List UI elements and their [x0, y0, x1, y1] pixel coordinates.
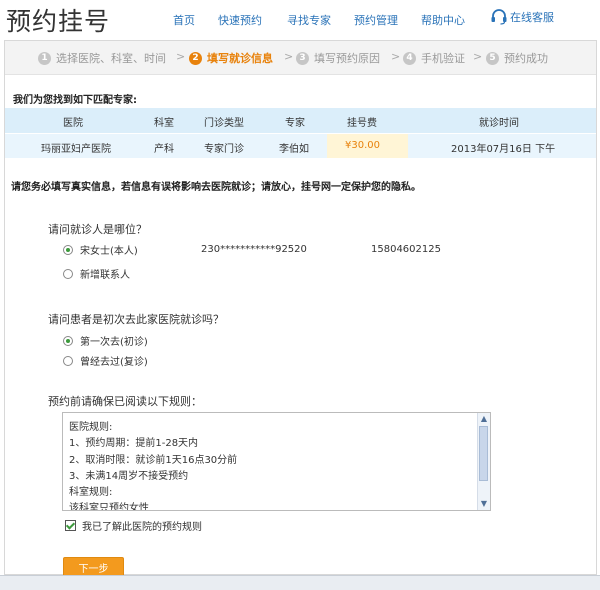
patient-id-number: 230***********92520	[201, 244, 307, 255]
patient-question: 请问就诊人是哪位？	[48, 223, 147, 236]
step-5: 5 预约成功	[486, 50, 548, 66]
nav-help-center[interactable]: 帮助中心	[421, 12, 465, 28]
cell-hospital: 玛丽亚妇产医院	[41, 144, 111, 155]
radio-label: 宋女士(本人)	[80, 246, 138, 257]
radio-label: 第一次去(初诊)	[80, 337, 148, 348]
col-hospital: 医院	[63, 118, 83, 129]
radio-label: 新增联系人	[80, 270, 130, 281]
step-2-active: 2 填写就诊信息	[189, 50, 273, 66]
step-number: 3	[296, 51, 309, 65]
rules-line: 2、取消时限：就诊前1天16点30分前	[69, 455, 238, 466]
cell-fee: ¥30.00	[345, 140, 380, 151]
progress-steps: 1 选择医院、科室、时间 > 2 填写就诊信息 > 3 填写预约原因 > 4 手…	[5, 41, 596, 75]
step-3: 3 填写预约原因	[296, 50, 380, 66]
step-1: 1 选择医院、科室、时间	[38, 50, 166, 66]
found-experts-title: 我们为您找到如下匹配专家:	[13, 95, 137, 106]
booking-card: 1 选择医院、科室、时间 > 2 填写就诊信息 > 3 填写预约原因 > 4 手…	[4, 40, 597, 583]
nav-booking-manage[interactable]: 预约管理	[354, 12, 398, 28]
col-visit-time: 就诊时间	[479, 118, 519, 129]
col-clinic-type: 门诊类型	[204, 118, 244, 129]
col-department: 科室	[154, 118, 174, 129]
col-fee: 挂号费	[347, 118, 377, 129]
header: 预约挂号 首页 快速预约 寻找专家 预约管理 帮助中心 在线客服	[0, 0, 600, 38]
step-arrow: >	[176, 50, 186, 63]
col-expert: 专家	[285, 118, 305, 129]
site-logo: 预约挂号	[6, 7, 111, 36]
radio-selected-icon	[63, 244, 73, 255]
patient-phone: 15804602125	[371, 244, 441, 255]
agree-label: 我已了解此医院的预约规则	[82, 522, 202, 533]
step-number: 5	[486, 51, 499, 65]
horizontal-scrollbar[interactable]	[0, 575, 600, 590]
radio-unselected-icon	[63, 268, 73, 279]
rules-line: 该科室只预约女性	[69, 503, 149, 511]
scroll-down-icon[interactable]: ▼	[478, 498, 490, 510]
scroll-thumb[interactable]	[479, 426, 488, 481]
rules-scrollbar[interactable]: ▲ ▼	[477, 413, 490, 510]
step-label: 填写预约原因	[314, 52, 380, 65]
rules-textarea[interactable]: 医院规则: 1、预约周期：提前1-28天内 2、取消时限：就诊前1天16点30分…	[62, 412, 491, 511]
privacy-notice: 请您务必填写真实信息，若信息有误将影响去医院就诊；请放心，挂号网一定保护您的隐私…	[11, 182, 421, 193]
headset-icon	[491, 9, 507, 25]
cell-clinic-type: 专家门诊	[204, 144, 244, 155]
agree-rules-checkbox[interactable]: 我已了解此医院的预约规则	[65, 518, 202, 533]
step-number: 2	[189, 51, 202, 65]
step-4: 4 手机验证	[403, 50, 465, 66]
cell-department: 产科	[154, 144, 174, 155]
cell-expert: 李伯如	[279, 144, 309, 155]
nav-online-service[interactable]: 在线客服	[490, 9, 554, 25]
rules-line: 医院规则:	[69, 422, 113, 433]
step-label: 填写就诊信息	[207, 52, 273, 65]
scroll-up-icon[interactable]: ▲	[478, 413, 490, 425]
cell-visit-time: 2013年07月16日 下午	[451, 144, 556, 155]
nav-home[interactable]: 首页	[173, 12, 195, 28]
radio-unselected-icon	[63, 355, 73, 366]
radio-first-visit[interactable]: 第一次去(初诊)	[63, 333, 148, 348]
rules-line: 3、未满14周岁不接受预约	[69, 471, 189, 482]
nav-quick-booking[interactable]: 快速预约	[218, 12, 262, 28]
step-arrow: >	[391, 50, 401, 63]
first-visit-question: 请问患者是初次去此家医院就诊吗？	[48, 313, 224, 326]
radio-new-contact[interactable]: 新增联系人	[63, 266, 130, 281]
step-number: 1	[38, 51, 51, 65]
rules-title: 预约前请确保已阅读以下规则：	[48, 395, 202, 408]
step-label: 手机验证	[421, 52, 465, 65]
radio-return-visit[interactable]: 曾经去过(复诊)	[63, 353, 148, 368]
rules-line: 科室规则:	[69, 487, 113, 498]
step-number: 4	[403, 51, 416, 65]
radio-selected-icon	[63, 335, 73, 346]
nav-find-expert[interactable]: 寻找专家	[287, 12, 331, 28]
online-service-label: 在线客服	[510, 11, 554, 24]
table-row: 玛丽亚妇产医院 产科 专家门诊 李伯如 ¥30.00 2013年07月16日 下…	[5, 134, 596, 158]
checkbox-checked-icon	[65, 520, 76, 531]
table-header: 医院 科室 门诊类型 专家 挂号费 就诊时间	[5, 108, 596, 133]
step-label: 预约成功	[504, 52, 548, 65]
radio-label: 曾经去过(复诊)	[80, 357, 148, 368]
step-arrow: >	[473, 50, 483, 63]
step-label: 选择医院、科室、时间	[56, 52, 166, 65]
step-arrow: >	[284, 50, 294, 63]
radio-patient-self[interactable]: 宋女士(本人)	[63, 242, 138, 257]
rules-line: 1、预约周期：提前1-28天内	[69, 438, 199, 449]
